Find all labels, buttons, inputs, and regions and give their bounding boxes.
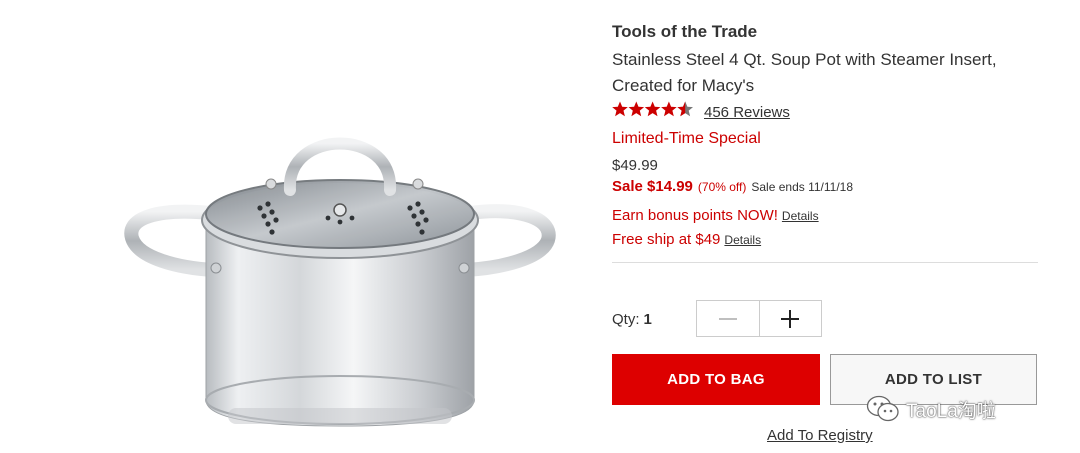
- shipping-details-link[interactable]: Details: [724, 233, 761, 247]
- watermark: TaoLa淘啦: [866, 395, 996, 423]
- bonus-points-text: Earn bonus points NOW!: [612, 207, 778, 224]
- add-to-registry-link[interactable]: Add To Registry: [767, 427, 873, 444]
- rating-row[interactable]: 456 Reviews: [612, 101, 790, 123]
- free-shipping-row: Free ship at $49 Details: [612, 231, 761, 248]
- add-to-bag-button[interactable]: ADD TO BAG: [612, 354, 820, 405]
- qty-label-text: Qty:: [612, 311, 640, 328]
- stars-icon: [612, 101, 693, 116]
- quantity-stepper[interactable]: [696, 300, 822, 337]
- qty-value: 1: [643, 311, 652, 328]
- wechat-icon: [866, 395, 899, 422]
- product-title: Stainless Steel 4 Qt. Soup Pot with Stea…: [612, 50, 997, 95]
- minus-icon: [718, 317, 737, 320]
- bonus-points-row: Earn bonus points NOW! Details: [612, 207, 819, 224]
- sale-end-date: Sale ends 11/11/18: [751, 180, 854, 194]
- soup-pot-illustration: [124, 137, 556, 427]
- brand-name[interactable]: Tools of the Trade: [612, 22, 757, 42]
- reviews-link[interactable]: 456 Reviews: [704, 104, 790, 121]
- promo-label: Limited-Time Special: [612, 130, 761, 147]
- divider: [612, 262, 1038, 263]
- increment-button[interactable]: [758, 301, 822, 336]
- product-image[interactable]: [118, 108, 563, 448]
- free-shipping-text: Free ship at $49: [612, 231, 721, 248]
- percent-off: (70% off): [697, 180, 747, 194]
- quantity-label: Qty: 1: [612, 311, 652, 328]
- star-rating: [612, 101, 694, 124]
- sale-price: Sale $14.99: [612, 178, 693, 195]
- original-price: $49.99: [612, 157, 658, 174]
- plus-icon: [781, 309, 800, 328]
- watermark-text: TaoLa淘啦: [906, 400, 996, 422]
- sale-price-row: Sale $14.99 (70% off) Sale ends 11/11/18: [612, 178, 853, 195]
- bonus-details-link[interactable]: Details: [782, 209, 819, 223]
- decrement-button[interactable]: [697, 301, 759, 336]
